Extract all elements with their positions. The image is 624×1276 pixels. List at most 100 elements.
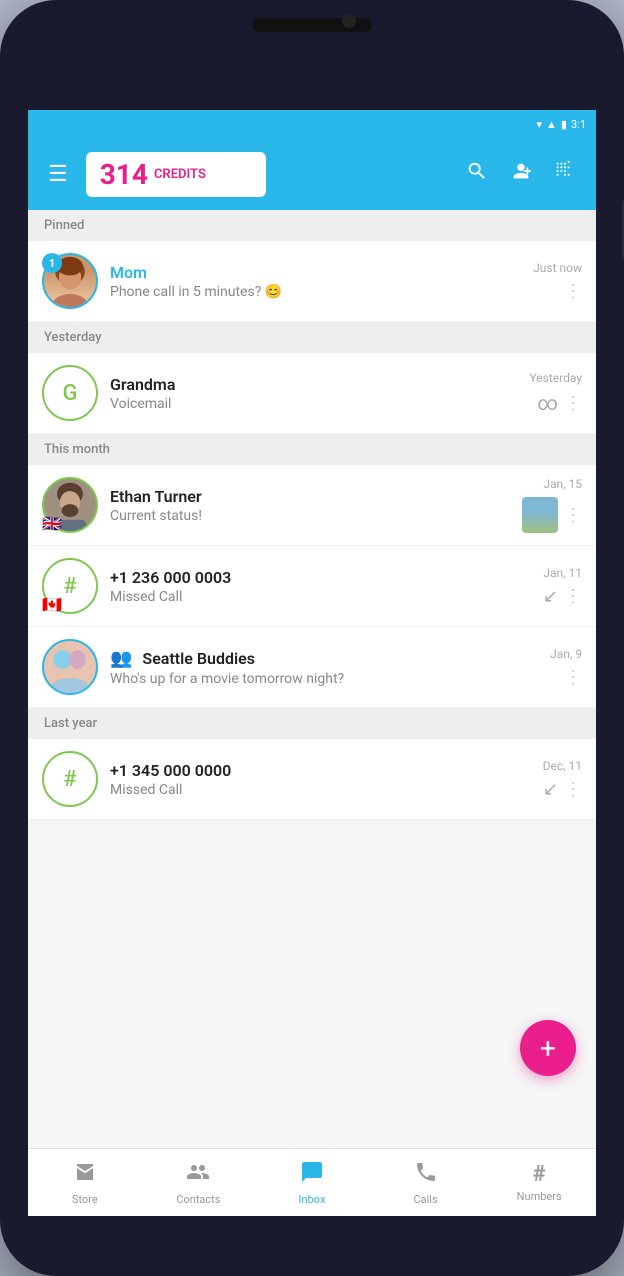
conv-meta-grandma: Yesterday ∞ ⋮: [529, 371, 582, 415]
conv-preview-phone1: Missed Call: [110, 589, 531, 605]
numbers-label: Numbers: [517, 1190, 562, 1203]
search-icon[interactable]: [458, 152, 496, 196]
dialpad-icon[interactable]: [546, 152, 584, 196]
section-yesterday: Yesterday: [28, 322, 596, 353]
conv-content-phone1: +1 236 000 0003 Missed Call: [110, 568, 531, 605]
conv-actions-seattle: ⋮: [564, 667, 582, 688]
conv-name-phone2: +1 345 000 0000: [110, 761, 531, 780]
section-last-year: Last year: [28, 708, 596, 739]
conv-actions-ethan: ⋮: [522, 497, 582, 533]
conv-actions-phone1: ↙ ⋮: [543, 586, 582, 607]
nav-inbox[interactable]: Inbox: [255, 1154, 369, 1212]
wifi-icon: ▾: [536, 118, 542, 131]
conv-item-seattle[interactable]: 👥 Seattle Buddies Who's up for a movie t…: [28, 627, 596, 708]
conv-actions-phone2: ↙ ⋮: [543, 779, 582, 800]
conv-item-phone1[interactable]: # 🇨🇦 +1 236 000 0003 Missed Call Jan, 11…: [28, 546, 596, 627]
missed-call-icon-phone2: ↙: [543, 779, 558, 800]
contacts-icon: [186, 1160, 210, 1190]
avatar-grandma: G: [42, 365, 98, 421]
conv-name-mom: Mom: [110, 263, 521, 282]
bottom-nav: Store Contacts Inbox Calls: [28, 1148, 596, 1216]
store-icon: [73, 1160, 97, 1190]
contacts-label: Contacts: [176, 1193, 220, 1206]
app-bar: ☰ 314 CREDITS: [28, 138, 596, 210]
conv-item-grandma[interactable]: G Grandma Voicemail Yesterday ∞ ⋮: [28, 353, 596, 434]
conv-preview-mom: Phone call in 5 minutes? 😊: [110, 284, 521, 300]
avatar-phone1: # 🇨🇦: [42, 558, 98, 614]
store-label: Store: [72, 1193, 98, 1206]
conv-item-mom[interactable]: 1 Mom Phone call in 5 minutes? 😊 Just no…: [28, 241, 596, 322]
conv-content-phone2: +1 345 000 0000 Missed Call: [110, 761, 531, 798]
section-pinned: Pinned: [28, 210, 596, 241]
conv-time-ethan: Jan, 15: [543, 477, 582, 491]
missed-call-icon-phone1: ↙: [543, 586, 558, 607]
calls-label: Calls: [413, 1193, 437, 1206]
more-icon-seattle[interactable]: ⋮: [564, 667, 582, 688]
conv-meta-phone1: Jan, 11 ↙ ⋮: [543, 566, 582, 607]
phone-shell: ▾ ▲ ▮ 3:1 ☰ 314 CREDITS: [0, 0, 624, 1276]
conv-preview-grandma: Voicemail: [110, 396, 517, 412]
nav-numbers[interactable]: # Numbers: [482, 1156, 596, 1209]
conversation-list: Pinned: [28, 210, 596, 1148]
phone-screen: ▾ ▲ ▮ 3:1 ☰ 314 CREDITS: [28, 110, 596, 1216]
conv-time-phone2: Dec, 11: [543, 759, 582, 773]
flag-ethan: 🇬🇧: [42, 514, 62, 533]
grandma-initial: G: [42, 365, 98, 421]
front-camera: [342, 14, 356, 28]
more-icon-mom[interactable]: ⋮: [564, 281, 582, 302]
status-bar: ▾ ▲ ▮ 3:1: [28, 110, 596, 138]
avatar-seattle: [42, 639, 98, 695]
conv-time-grandma: Yesterday: [529, 371, 582, 385]
conv-name-phone1: +1 236 000 0003: [110, 568, 531, 587]
more-icon-ethan[interactable]: ⋮: [564, 505, 582, 526]
section-this-month: This month: [28, 434, 596, 465]
conv-time-seattle: Jan, 9: [550, 647, 582, 661]
credits-number: 314: [100, 158, 148, 191]
avatar-mom: 1: [42, 253, 98, 309]
nav-store[interactable]: Store: [28, 1154, 142, 1212]
voicemail-icon: ∞: [537, 391, 558, 415]
conv-meta-ethan: Jan, 15 ⋮: [522, 477, 582, 533]
conv-content-mom: Mom Phone call in 5 minutes? 😊: [110, 263, 521, 300]
group-icon: 👥: [110, 648, 132, 669]
inbox-label: Inbox: [299, 1193, 326, 1206]
conv-actions-grandma: ∞ ⋮: [537, 391, 582, 415]
conv-meta-mom: Just now ⋮: [533, 261, 582, 302]
nav-calls[interactable]: Calls: [369, 1154, 483, 1212]
thumbnail-ethan: [522, 497, 558, 533]
conv-meta-seattle: Jan, 9 ⋮: [550, 647, 582, 688]
conv-time-phone1: Jan, 11: [543, 566, 582, 580]
app-bar-icons: [458, 152, 584, 196]
conv-preview-phone2: Missed Call: [110, 782, 531, 798]
inbox-icon: [300, 1160, 324, 1190]
conv-meta-phone2: Dec, 11 ↙ ⋮: [543, 759, 582, 800]
conv-time-mom: Just now: [533, 261, 582, 275]
flag-phone1: 🇨🇦: [42, 595, 62, 614]
conv-content-seattle: 👥 Seattle Buddies Who's up for a movie t…: [110, 648, 538, 687]
calls-icon: [414, 1160, 438, 1190]
unread-badge-mom: 1: [42, 253, 62, 273]
more-icon-grandma[interactable]: ⋮: [564, 393, 582, 414]
conv-item-ethan[interactable]: 🇬🇧 Ethan Turner Current status! Jan, 15 …: [28, 465, 596, 546]
signal-icon: ▲: [546, 118, 557, 131]
credits-label: CREDITS: [154, 167, 206, 182]
avatar-ethan: 🇬🇧: [42, 477, 98, 533]
conv-preview-seattle: Who's up for a movie tomorrow night?: [110, 671, 538, 687]
menu-icon[interactable]: ☰: [40, 154, 76, 195]
conv-content-grandma: Grandma Voicemail: [110, 375, 517, 412]
phone2-initial: #: [42, 751, 98, 807]
credits-badge[interactable]: 314 CREDITS: [86, 152, 266, 197]
conv-name-grandma: Grandma: [110, 375, 517, 394]
status-icons: ▾ ▲ ▮ 3:1: [536, 118, 586, 131]
numbers-icon: #: [533, 1162, 546, 1187]
battery-icon: ▮: [561, 118, 567, 131]
more-icon-phone1[interactable]: ⋮: [564, 586, 582, 607]
contact-icon[interactable]: [502, 152, 540, 196]
conv-name-ethan: Ethan Turner: [110, 487, 510, 506]
nav-contacts[interactable]: Contacts: [142, 1154, 256, 1212]
fab-new-conversation[interactable]: +: [520, 1020, 576, 1076]
avatar-phone2: #: [42, 751, 98, 807]
conv-item-phone2[interactable]: # +1 345 000 0000 Missed Call Dec, 11 ↙ …: [28, 739, 596, 820]
conv-name-seattle: 👥 Seattle Buddies: [110, 648, 538, 669]
more-icon-phone2[interactable]: ⋮: [564, 779, 582, 800]
